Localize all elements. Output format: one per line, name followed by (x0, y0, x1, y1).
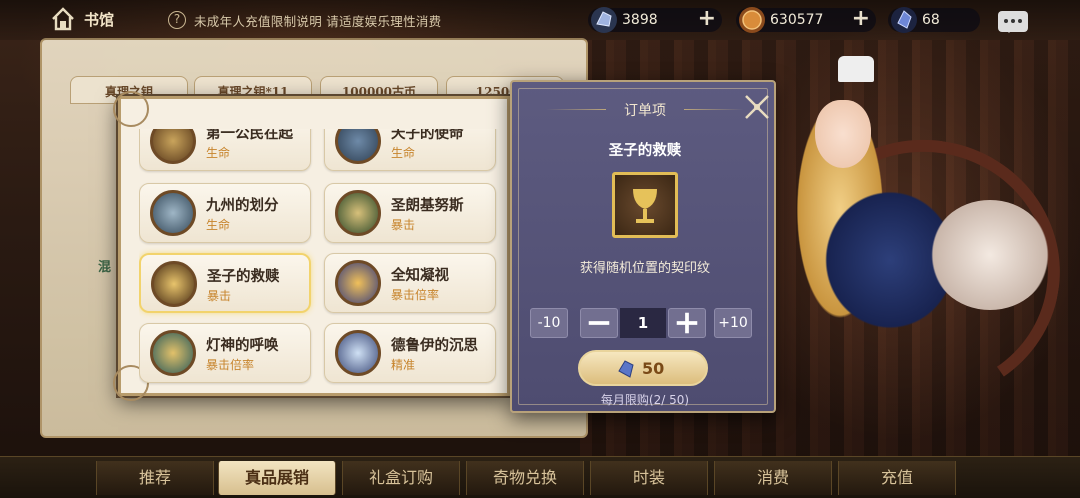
orb-icon (335, 330, 381, 376)
magic-lamp-icon (150, 330, 196, 376)
crystal-icon (591, 7, 617, 33)
bottom-tab-bar: 推荐 真品展销 礼盒订购 奇物兑换 时装 消费 充值 (0, 456, 1080, 498)
tab-genuine-sale[interactable]: 真品展销 (218, 461, 336, 495)
quantity-value[interactable]: 1 (620, 308, 666, 338)
order-item-type: 暴击倍率 (391, 288, 440, 302)
gem-icon (891, 7, 917, 33)
order-item-type: 生命 (391, 146, 416, 160)
order-item-type: 暴击 (207, 289, 232, 303)
chat-bubble-icon[interactable] (998, 11, 1028, 33)
plus-ten-button[interactable]: +10 (714, 308, 752, 338)
add-crystal-button[interactable]: + (698, 7, 716, 31)
add-gold-button[interactable]: + (852, 7, 870, 31)
character-face (815, 100, 871, 168)
plus-icon[interactable] (668, 308, 706, 338)
gem-currency: 68 (888, 7, 980, 33)
order-item[interactable]: 灯神的呼唤 暴击倍率 (139, 323, 311, 383)
top-bar: 书馆 ? 未成年人充值限制说明 请适度娱乐理性消费 3898 + 630577 … (0, 0, 1080, 40)
order-item-type: 暴击 (391, 218, 416, 232)
monthly-limit: 每月限购(2/ 50) (600, 393, 690, 407)
selected-item-name: 圣子的救赎 (608, 143, 682, 159)
spear-icon (335, 190, 381, 236)
tab-recommend[interactable]: 推荐 (96, 461, 214, 495)
cauldron-icon (150, 190, 196, 236)
tab-fashion[interactable]: 时装 (590, 461, 708, 495)
order-list-panel: 第一公民在起 生命 天子的使命 生命 九州的划分 生命 圣朗基努斯 暴击 圣子的… (113, 91, 510, 401)
tab-gift-box[interactable]: 礼盒订购 (342, 461, 460, 495)
order-item-type: 暴击倍率 (206, 358, 255, 372)
crystal-amount: 3898 (622, 12, 658, 28)
detail-header: 订单项 (624, 103, 666, 119)
page-title: 书馆 (84, 11, 115, 29)
gold-amount: 630577 (770, 12, 824, 28)
gem-icon (618, 360, 634, 378)
treasure-icon (335, 129, 381, 164)
order-item[interactable]: 天子的使命 生命 (324, 129, 496, 171)
chalice-icon (151, 261, 197, 307)
tab-consume[interactable]: 消费 (714, 461, 832, 495)
order-item-type: 精准 (391, 358, 416, 372)
close-crossed-swords-icon[interactable] (742, 92, 772, 122)
character-headpiece (838, 56, 874, 82)
eye-pyramid-icon (335, 260, 381, 306)
home-icon[interactable] (50, 6, 76, 32)
order-item[interactable]: 德鲁伊的沉思 精准 (324, 323, 496, 383)
shop-screen: 真理之钥 真理之钥*11 100000古币 1250000 混 书馆 ? 未成年… (0, 0, 1080, 498)
ornament-corner (113, 91, 149, 127)
order-detail-panel: 订单项 圣子的救赎 获得随机位置的契印纹 -10 1 +10 50 每月限购(2… (510, 80, 776, 413)
tab-curio-exchange[interactable]: 奇物兑换 (466, 461, 584, 495)
item-description: 获得随机位置的契印纹 (579, 261, 710, 276)
order-item[interactable]: 全知凝视 暴击倍率 (324, 253, 496, 313)
minor-recharge-notice[interactable]: 未成年人充值限制说明 请适度娱乐理性消费 (194, 11, 441, 30)
order-item-selected[interactable]: 圣子的救赎 暴击 (139, 253, 311, 313)
order-item-name: 德鲁伊的沉思 (391, 337, 478, 354)
order-item-type: 生命 (206, 218, 231, 232)
crystal-currency: 3898 + (588, 7, 722, 33)
minus-icon[interactable] (580, 308, 618, 338)
shield-crest-icon (150, 129, 196, 164)
order-item[interactable]: 九州的划分 生命 (139, 183, 311, 243)
purchase-button[interactable]: 50 (578, 350, 708, 386)
gold-currency: 630577 + (736, 7, 876, 33)
question-icon[interactable]: ? (168, 11, 186, 29)
chalice-icon (612, 172, 678, 238)
order-item-name: 圣朗基努斯 (391, 197, 464, 214)
order-item[interactable]: 第一公民在起 生命 (139, 129, 311, 171)
order-item-name: 灯神的呼唤 (206, 337, 279, 354)
tab-recharge[interactable]: 充值 (838, 461, 956, 495)
shop-card-label: 混 (98, 260, 112, 275)
order-item-name: 圣子的救赎 (207, 268, 280, 285)
order-item-name: 九州的划分 (206, 197, 279, 214)
order-list-scroll[interactable]: 第一公民在起 生命 天子的使命 生命 九州的划分 生命 圣朗基努斯 暴击 圣子的… (139, 129, 503, 389)
order-item-type: 生命 (206, 146, 231, 160)
order-item[interactable]: 圣朗基努斯 暴击 (324, 183, 496, 243)
price-value: 50 (642, 359, 665, 378)
character-ribbon (930, 200, 1050, 310)
order-item-name: 全知凝视 (391, 267, 449, 284)
order-item-name: 第一公民在起 (206, 129, 293, 142)
order-item-name: 天子的使命 (391, 129, 464, 142)
gold-coin-icon (739, 7, 765, 33)
gem-amount: 68 (922, 12, 940, 28)
minus-ten-button[interactable]: -10 (530, 308, 568, 338)
